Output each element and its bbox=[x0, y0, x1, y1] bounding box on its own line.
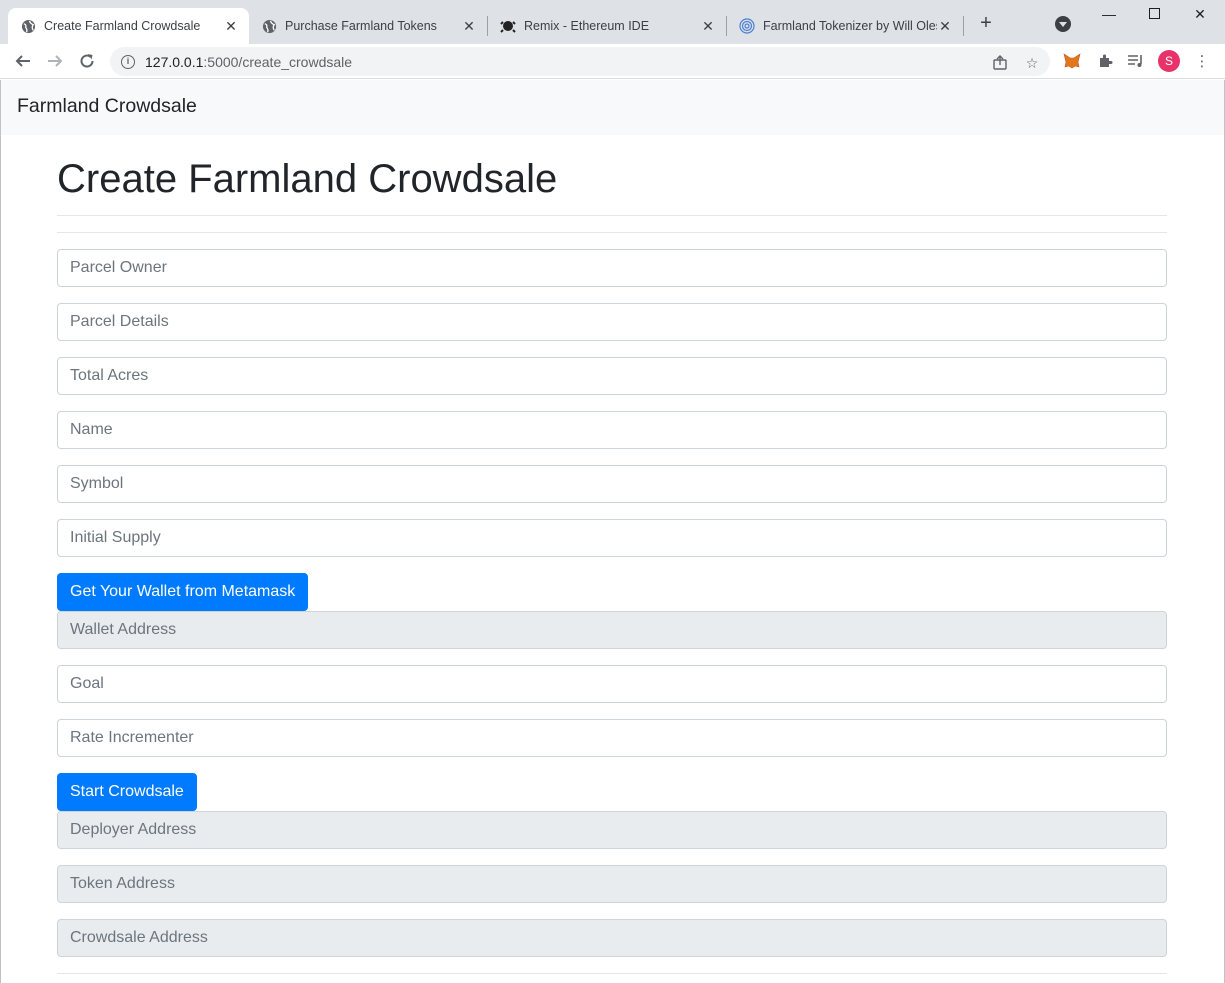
back-icon[interactable] bbox=[12, 50, 34, 72]
close-tab-icon[interactable]: ✕ bbox=[223, 18, 239, 34]
goal-input[interactable] bbox=[57, 665, 1167, 703]
tab-farmland-tokenizer[interactable]: Farmland Tokenizer by Will Olesi ✕ bbox=[727, 8, 963, 44]
token-address-input[interactable] bbox=[57, 865, 1167, 903]
forward-icon[interactable] bbox=[44, 50, 66, 72]
extensions-puzzle-icon[interactable] bbox=[1095, 51, 1115, 71]
tab-search-icon[interactable] bbox=[1055, 16, 1071, 32]
reload-icon[interactable] bbox=[76, 50, 98, 72]
symbol-input[interactable] bbox=[57, 465, 1167, 503]
initial-supply-input[interactable] bbox=[57, 519, 1167, 557]
total-acres-input[interactable] bbox=[57, 357, 1167, 395]
tab-purchase-tokens[interactable]: Purchase Farmland Tokens ✕ bbox=[249, 8, 487, 44]
share-icon[interactable] bbox=[992, 55, 1008, 71]
tab-create-crowdsale[interactable]: Create Farmland Crowdsale ✕ bbox=[8, 8, 249, 44]
site-info-icon[interactable]: i bbox=[121, 54, 135, 69]
maximize-icon[interactable] bbox=[1144, 4, 1164, 24]
close-window-icon[interactable]: ✕ bbox=[1190, 4, 1210, 24]
browser-titlebar: Create Farmland Crowdsale ✕ Purchase Far… bbox=[0, 0, 1225, 44]
fingerprint-icon bbox=[739, 18, 755, 34]
wallet-address-input[interactable] bbox=[57, 611, 1167, 649]
divider bbox=[57, 973, 1167, 974]
new-tab-icon[interactable]: + bbox=[976, 13, 996, 34]
window-border bbox=[0, 80, 1, 983]
tab-remix[interactable]: Remix - Ethereum IDE ✕ bbox=[488, 8, 726, 44]
deployer-address-input[interactable] bbox=[57, 811, 1167, 849]
tab-separator bbox=[963, 16, 964, 36]
metamask-fox-icon[interactable] bbox=[1062, 51, 1082, 71]
get-wallet-button[interactable]: Get Your Wallet from Metamask bbox=[57, 573, 309, 611]
address-bar[interactable]: i 127.0.0.1:5000/create_crowdsale ☆ bbox=[110, 47, 1050, 76]
start-crowdsale-button[interactable]: Start Crowdsale bbox=[57, 773, 197, 811]
media-queue-icon[interactable] bbox=[1126, 51, 1146, 71]
browser-toolbar: i 127.0.0.1:5000/create_crowdsale ☆ ⋮ bbox=[0, 44, 1225, 79]
globe-icon bbox=[20, 18, 36, 34]
divider bbox=[57, 215, 1167, 216]
tab-title: Remix - Ethereum IDE bbox=[524, 19, 650, 33]
name-input[interactable] bbox=[57, 411, 1167, 449]
divider bbox=[57, 232, 1167, 233]
crowdsale-address-input[interactable] bbox=[57, 919, 1167, 957]
menu-kebab-icon[interactable]: ⋮ bbox=[1192, 51, 1212, 71]
close-tab-icon[interactable]: ✕ bbox=[937, 18, 953, 34]
bookmark-star-icon[interactable]: ☆ bbox=[1024, 55, 1040, 71]
tab-title: Farmland Tokenizer by Will Olesi bbox=[763, 19, 937, 33]
page-title: Create Farmland Crowdsale bbox=[57, 157, 558, 201]
url-text: 127.0.0.1:5000/create_crowdsale bbox=[145, 53, 353, 70]
globe-icon bbox=[261, 18, 277, 34]
close-tab-icon[interactable]: ✕ bbox=[461, 18, 477, 34]
navbar-brand[interactable]: Farmland Crowdsale bbox=[17, 95, 197, 118]
navbar: Farmland Crowdsale bbox=[1, 80, 1224, 135]
parcel-owner-input[interactable] bbox=[57, 249, 1167, 287]
profile-avatar[interactable]: S bbox=[1158, 50, 1180, 72]
tab-title: Purchase Farmland Tokens bbox=[285, 19, 437, 33]
tab-title: Create Farmland Crowdsale bbox=[44, 19, 201, 33]
remix-icon bbox=[500, 18, 516, 34]
parcel-details-input[interactable] bbox=[57, 303, 1167, 341]
minimize-icon[interactable]: — bbox=[1099, 4, 1119, 24]
rate-incrementer-input[interactable] bbox=[57, 719, 1167, 757]
close-tab-icon[interactable]: ✕ bbox=[700, 18, 716, 34]
